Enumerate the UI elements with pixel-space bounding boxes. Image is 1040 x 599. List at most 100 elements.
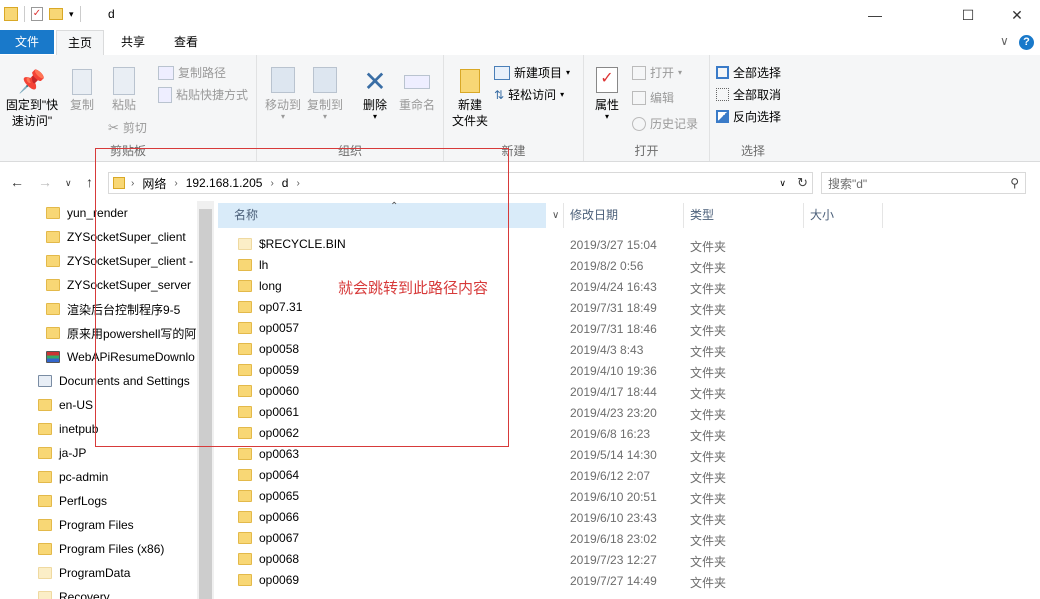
search-box[interactable]: 搜索"d" ⚲: [821, 172, 1026, 194]
scissors-icon: ✂: [108, 119, 119, 135]
open-button[interactable]: 打开 ▾: [632, 64, 682, 81]
nav-item[interactable]: Program Files (x86): [38, 537, 164, 561]
nav-item[interactable]: Recovery: [38, 585, 110, 599]
tab-home[interactable]: 主页: [56, 30, 104, 56]
move-to-button[interactable]: 移动到 ▾: [263, 67, 303, 121]
open-icon: [632, 65, 646, 80]
column-filter-chevron-icon[interactable]: ∨: [552, 203, 559, 228]
close-button[interactable]: ✕: [994, 0, 1040, 30]
folder-icon: [38, 399, 52, 411]
copy-to-button[interactable]: 复制到 ▾: [305, 67, 345, 121]
nav-item-label: Program Files: [59, 518, 134, 532]
properties-check-icon[interactable]: ✓: [31, 7, 43, 21]
column-header-size[interactable]: 大小: [810, 203, 834, 228]
file-row[interactable]: op0066 2019/6/10 23:43 文件夹: [218, 507, 1040, 528]
tab-share[interactable]: 共享: [110, 30, 156, 54]
file-row[interactable]: op0063 2019/5/14 14:30 文件夹: [218, 444, 1040, 465]
rename-button[interactable]: 重命名: [397, 67, 437, 113]
nav-item[interactable]: ja-JP: [38, 441, 86, 465]
file-type: 文件夹: [690, 471, 727, 485]
new-item-label: 新建项目: [514, 66, 563, 80]
folder-icon: [38, 567, 52, 579]
column-divider[interactable]: [882, 203, 883, 228]
properties-label: 属性: [594, 98, 619, 112]
folder-icon: [38, 423, 52, 435]
file-type: 文件夹: [690, 408, 727, 422]
edit-button[interactable]: 编辑: [632, 89, 674, 106]
search-icon[interactable]: ⚲: [1010, 176, 1019, 190]
delete-label: 删除: [362, 98, 387, 112]
file-row[interactable]: op0067 2019/6/18 23:02 文件夹: [218, 528, 1040, 549]
file-date: 2019/7/31 18:49: [570, 301, 657, 315]
pin-label: 固定到"快速访问": [5, 98, 59, 128]
delete-button[interactable]: ✕ 删除 ▾: [357, 67, 393, 121]
minimize-button[interactable]: —: [852, 0, 898, 30]
nav-item[interactable]: inetpub: [38, 417, 98, 441]
back-arrow-icon[interactable]: ←: [10, 174, 24, 190]
column-header-type[interactable]: 类型: [690, 203, 714, 228]
up-arrow-icon[interactable]: ↑: [86, 174, 93, 190]
select-none-label: 全部取消: [733, 88, 782, 102]
column-divider[interactable]: [683, 203, 684, 228]
annotation-text: 就会跳转到此路径内容: [338, 280, 489, 297]
cut-button[interactable]: ✂ 剪切: [108, 119, 147, 136]
file-type: 文件夹: [690, 387, 727, 401]
properties-button[interactable]: ✓ 属性 ▾: [590, 67, 624, 121]
copy-to-icon: [305, 67, 345, 97]
file-type: 文件夹: [690, 366, 727, 380]
file-name-cell: op0065: [238, 489, 299, 503]
qat-divider: [24, 6, 25, 22]
nav-item[interactable]: en-US: [38, 393, 93, 417]
rename-icon: [397, 67, 437, 97]
file-row[interactable]: op0069 2019/7/27 14:49 文件夹: [218, 570, 1040, 591]
easy-access-button[interactable]: ⇅ 轻松访问 ▾: [494, 86, 564, 103]
tab-file[interactable]: 文件: [0, 30, 54, 54]
column-divider[interactable]: [563, 203, 564, 228]
help-icon[interactable]: ?: [1019, 35, 1034, 50]
open-group-label: 打开: [634, 144, 659, 158]
ribbon: 📌 固定到"快速访问" 复制 粘贴 复制路径 粘贴快捷方式 ✂ 剪切 剪贴板 移…: [0, 55, 1040, 162]
copy-button[interactable]: 复制: [64, 67, 100, 113]
nav-item[interactable]: PerfLogs: [38, 489, 107, 513]
refresh-icon[interactable]: ↻: [797, 175, 808, 191]
forward-arrow-icon[interactable]: →: [38, 174, 52, 190]
file-name: op0068: [259, 552, 300, 566]
file-name-cell: op0068: [238, 552, 299, 566]
column-divider[interactable]: [803, 203, 804, 228]
folder-icon: [238, 574, 252, 586]
nav-item[interactable]: ProgramData: [38, 561, 130, 585]
new-item-icon: [494, 65, 510, 80]
file-date: 2019/4/24 16:43: [570, 280, 657, 294]
maximize-button[interactable]: ☐: [945, 0, 991, 30]
nav-item-label: en-US: [59, 398, 94, 412]
recent-locations-chevron-icon[interactable]: ∨: [65, 178, 72, 189]
file-name: op0065: [259, 489, 300, 503]
paste-label: 粘贴: [111, 98, 136, 112]
file-name: op0067: [259, 531, 300, 545]
invert-selection-button[interactable]: 反向选择: [716, 108, 781, 125]
window-title: d: [108, 7, 115, 21]
qat-dropdown-icon[interactable]: ▾: [69, 9, 74, 20]
history-button[interactable]: 历史记录: [632, 115, 698, 132]
column-header-date[interactable]: 修改日期: [570, 203, 618, 228]
pin-quick-access-button[interactable]: 📌 固定到"快速访问": [4, 67, 60, 129]
new-folder-qat-icon[interactable]: [49, 8, 63, 20]
paste-shortcut-button[interactable]: 粘贴快捷方式: [158, 86, 248, 103]
file-date: 2019/6/12 2:07: [570, 469, 651, 483]
paste-button[interactable]: 粘贴: [104, 67, 144, 113]
select-none-button[interactable]: 全部取消: [716, 86, 781, 103]
nav-item[interactable]: Program Files: [38, 513, 134, 537]
folder-icon: [38, 543, 52, 555]
select-group-label: 选择: [740, 144, 765, 158]
tab-view[interactable]: 查看: [163, 30, 209, 54]
copy-path-button[interactable]: 复制路径: [158, 64, 226, 81]
select-all-button[interactable]: 全部选择: [716, 64, 781, 81]
nav-item[interactable]: pc-admin: [38, 465, 108, 489]
ribbon-expand-icon[interactable]: ∨: [1000, 34, 1009, 48]
address-dropdown-icon[interactable]: ∨: [779, 178, 786, 189]
file-row[interactable]: op0065 2019/6/10 20:51 文件夹: [218, 486, 1040, 507]
file-row[interactable]: op0064 2019/6/12 2:07 文件夹: [218, 465, 1040, 486]
file-row[interactable]: op0068 2019/7/23 12:27 文件夹: [218, 549, 1040, 570]
new-item-button[interactable]: 新建项目 ▾: [494, 64, 570, 81]
new-folder-button[interactable]: 新建 文件夹: [450, 67, 490, 129]
